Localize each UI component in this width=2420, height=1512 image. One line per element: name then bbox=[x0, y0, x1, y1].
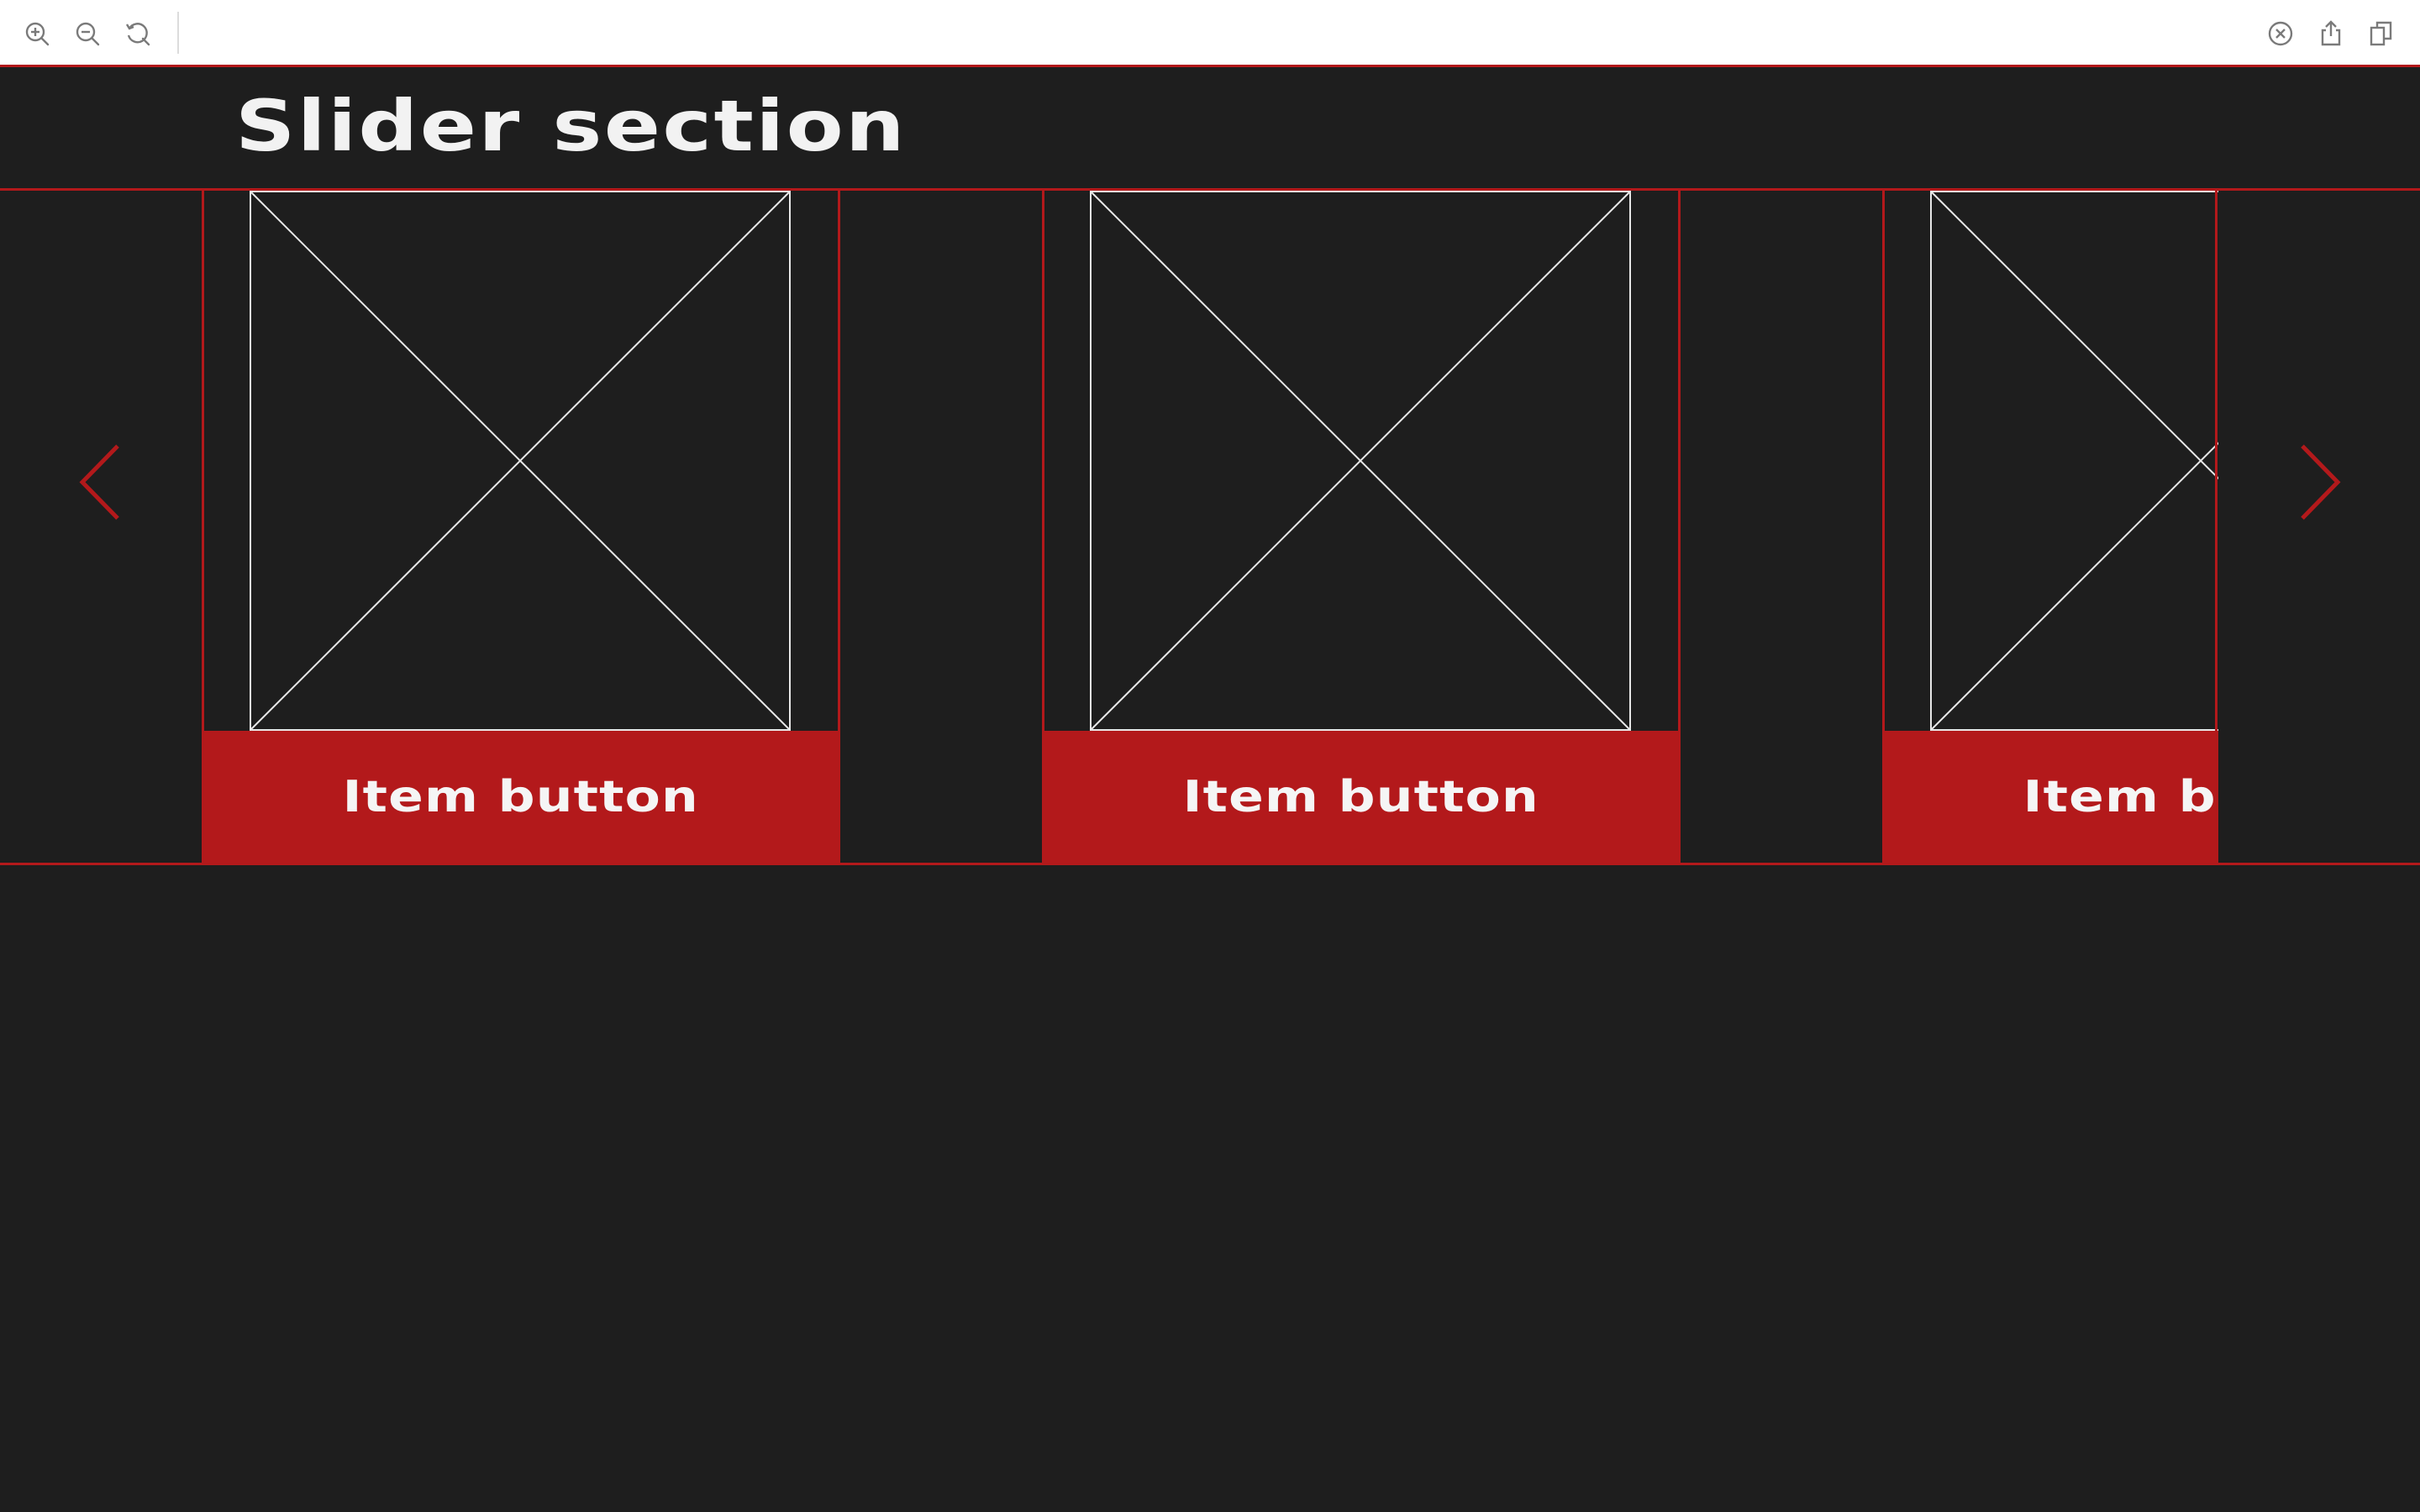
section-title: Slider section bbox=[235, 85, 907, 167]
slider-prev-button[interactable] bbox=[67, 436, 134, 528]
copy-icon[interactable] bbox=[2366, 18, 2396, 49]
slider-viewport-edge bbox=[2215, 191, 2217, 863]
zoom-in-icon[interactable] bbox=[22, 18, 52, 49]
slider-track: Item button Item button Item button bbox=[202, 191, 2218, 863]
page-canvas: Slider section Item button Item button I… bbox=[0, 67, 2420, 1512]
slider-item: Item button bbox=[1882, 191, 2218, 863]
item-button-label: Item button bbox=[2023, 771, 2218, 822]
slider-next-button[interactable] bbox=[2286, 436, 2353, 528]
close-circle-icon[interactable] bbox=[2265, 18, 2296, 49]
toolbar-separator bbox=[177, 12, 179, 54]
slider-item: Item button bbox=[202, 191, 840, 863]
reset-zoom-icon[interactable] bbox=[123, 18, 153, 49]
image-placeholder bbox=[1930, 191, 2218, 731]
item-button-label: Item button bbox=[342, 771, 700, 822]
item-button[interactable]: Item button bbox=[1882, 731, 2218, 863]
slider-section: Item button Item button Item button bbox=[0, 188, 2420, 865]
item-button-label: Item button bbox=[1182, 771, 1540, 822]
item-button[interactable]: Item button bbox=[1042, 731, 1681, 863]
preview-toolbar bbox=[0, 0, 2420, 67]
share-icon[interactable] bbox=[2316, 18, 2346, 49]
image-placeholder bbox=[1090, 191, 1631, 731]
item-button[interactable]: Item button bbox=[202, 731, 840, 863]
image-placeholder bbox=[250, 191, 791, 731]
chevron-left-icon bbox=[79, 444, 119, 520]
slider-item: Item button bbox=[1042, 191, 1681, 863]
chevron-right-icon bbox=[2301, 444, 2341, 520]
zoom-out-icon[interactable] bbox=[72, 18, 103, 49]
